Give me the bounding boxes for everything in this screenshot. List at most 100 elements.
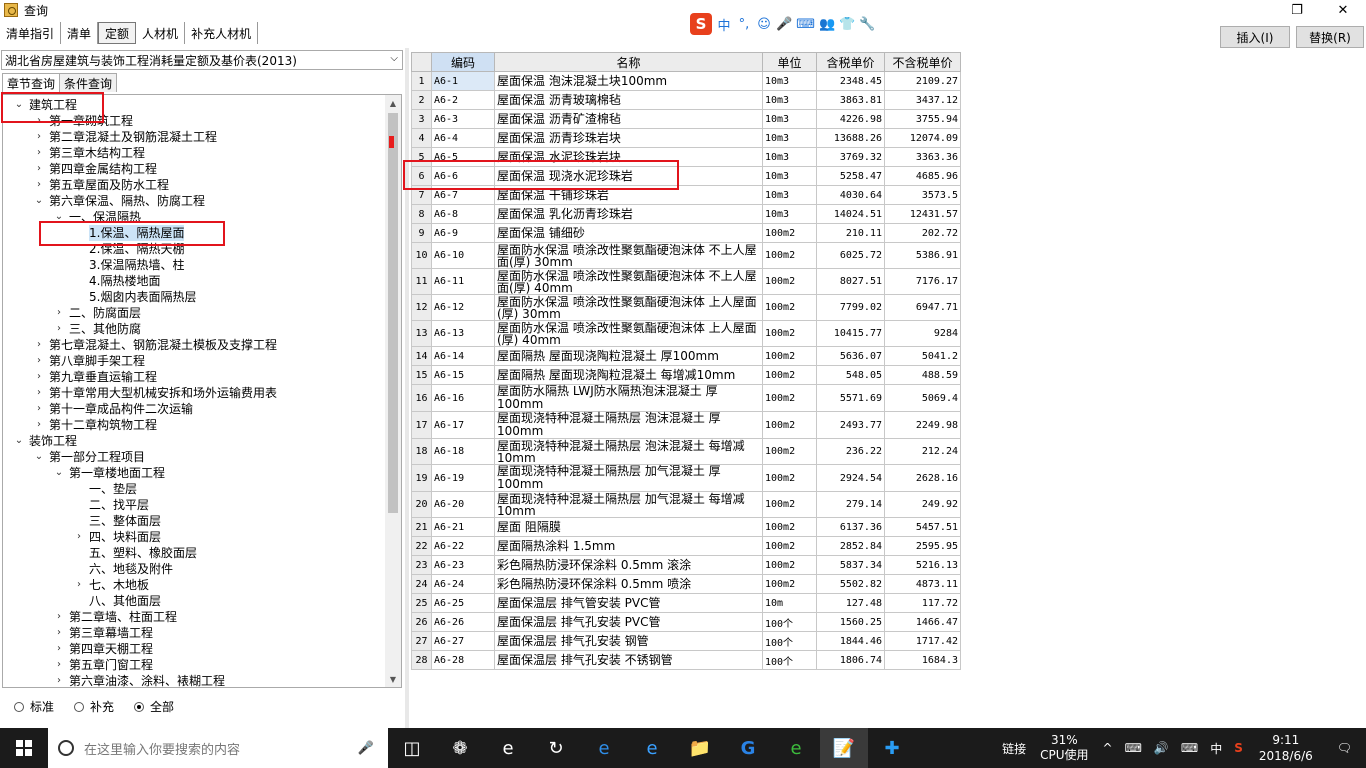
notepad-app-icon[interactable]: 📝 <box>820 728 868 768</box>
tree-node[interactable]: 2.保温、隔热天棚 <box>73 241 184 257</box>
grid-cell-name[interactable]: 屋面保温 水泥珍珠岩块 <box>494 147 763 167</box>
table-row[interactable]: 2 A6-2 屋面保温 沥青玻璃棉毡 10m3 3863.81 3437.12 <box>411 90 961 110</box>
grid-cell-unit[interactable]: 10m3 <box>762 71 817 91</box>
table-row[interactable]: 16 A6-16 屋面防水隔热 LWJ防水隔热泡沫混凝土 厚100mm 100m2 55… <box>411 384 961 412</box>
chevron-down-icon[interactable]: ⌄ <box>33 193 45 209</box>
grid-row-number[interactable]: 25 <box>411 593 432 613</box>
grid-cell-code[interactable]: A6-2 <box>431 90 495 110</box>
tree-node[interactable]: › 七、木地板 <box>73 577 149 593</box>
grid-cell-name[interactable]: 屋面防水保温 喷涂改性聚氨酯硬泡沫体 上人屋面(厚) 40mm <box>494 320 763 347</box>
grid-cell-name[interactable]: 屋面隔热涂料 1.5mm <box>494 536 763 556</box>
table-row[interactable]: 27 A6-27 屋面保温层 排气孔安装 钢管 100个 1844.46 1717.42 <box>411 631 961 651</box>
grid-cell-taxed-price[interactable]: 8027.51 <box>816 268 885 295</box>
grid-cell-unit[interactable]: 100m2 <box>762 346 817 366</box>
grid-cell-name[interactable]: 屋面现浇特种混凝土隔热层 加气混凝土 厚100mm <box>494 464 763 492</box>
radio-all[interactable]: 全部 <box>134 698 174 715</box>
grid-cell-taxed-price[interactable]: 127.48 <box>816 593 885 613</box>
grid-cell-unit[interactable]: 100m2 <box>762 517 817 537</box>
grid-cell-code[interactable]: A6-6 <box>431 166 495 186</box>
chevron-right-icon[interactable]: › <box>33 401 45 417</box>
grid-cell-code[interactable]: A6-26 <box>431 612 495 632</box>
grid-cell-code[interactable]: A6-5 <box>431 147 495 167</box>
grid-cell-taxed-price[interactable]: 1844.46 <box>816 631 885 651</box>
grid-row-number[interactable]: 26 <box>411 612 432 632</box>
table-row[interactable]: 5 A6-5 屋面保温 水泥珍珠岩块 10m3 3769.32 3363.36 <box>411 147 961 167</box>
volume-icon[interactable]: 🔊 <box>1148 741 1175 755</box>
tree-node[interactable]: › 第四章金属结构工程 <box>33 161 157 177</box>
table-row[interactable]: 24 A6-24 彩色隔热防浸环保涂料 0.5mm 喷涂 100m2 5502.82 48… <box>411 574 961 594</box>
grid-cell-code[interactable]: A6-8 <box>431 204 495 224</box>
chevron-right-icon[interactable]: › <box>73 529 85 545</box>
grid-cell-taxed-price[interactable]: 2924.54 <box>816 464 885 492</box>
grid-row-number[interactable]: 1 <box>411 71 432 91</box>
table-row[interactable]: 3 A6-3 屋面保温 沥青矿渣棉毡 10m3 4226.98 3755.94 <box>411 109 961 129</box>
grid-cell-code[interactable]: A6-27 <box>431 631 495 651</box>
scroll-thumb[interactable] <box>388 113 398 513</box>
grid-cell-unit[interactable]: 100m2 <box>762 242 817 269</box>
grid-cell-unit[interactable]: 10m3 <box>762 90 817 110</box>
grid-row-number[interactable]: 28 <box>411 650 432 670</box>
grid-cell-taxed-price[interactable]: 5837.34 <box>816 555 885 575</box>
grid-cell-code[interactable]: A6-23 <box>431 555 495 575</box>
grid-cell-untaxed-price[interactable]: 5216.13 <box>884 555 961 575</box>
table-row[interactable]: 18 A6-18 屋面现浇特种混凝土隔热层 泡沫混凝土 每增减10mm 100m2 23… <box>411 438 961 465</box>
table-row[interactable]: 9 A6-9 屋面保温 铺细砂 100m2 210.11 202.72 <box>411 223 961 243</box>
grid-cell-untaxed-price[interactable]: 3755.94 <box>884 109 961 129</box>
grid-cell-code[interactable]: A6-25 <box>431 593 495 613</box>
grid-cell-untaxed-price[interactable]: 6947.71 <box>884 294 961 321</box>
tree-node[interactable]: › 第五章屋面及防水工程 <box>33 177 169 193</box>
grid-cell-unit[interactable]: 100m2 <box>762 294 817 321</box>
tab-supplementary-lmm[interactable]: 补充人材机 <box>185 22 259 44</box>
tree-node[interactable]: › 第三章幕墙工程 <box>53 625 153 641</box>
table-row[interactable]: 26 A6-26 屋面保温层 排气孔安装 PVC管 100个 1560.25 1466.4… <box>411 612 961 632</box>
grid-cell-unit[interactable]: 100m2 <box>762 223 817 243</box>
table-row[interactable]: 22 A6-22 屋面隔热涂料 1.5mm 100m2 2852.84 2595.95 <box>411 536 961 556</box>
table-row[interactable]: 17 A6-17 屋面现浇特种混凝土隔热层 泡沫混凝土 厚100mm 100m2 249… <box>411 411 961 439</box>
grid-cell-code[interactable]: A6-12 <box>431 294 495 321</box>
restore-button[interactable]: ❐ <box>1274 0 1320 20</box>
grid-cell-unit[interactable]: 100个 <box>762 612 817 632</box>
grid-cell-taxed-price[interactable]: 3769.32 <box>816 147 885 167</box>
grid-cell-name[interactable]: 屋面现浇特种混凝土隔热层 泡沫混凝土 厚100mm <box>494 411 763 439</box>
tab-quota[interactable]: 定额 <box>98 22 137 44</box>
tree-node[interactable]: › 第二章混凝土及钢筋混凝土工程 <box>33 129 217 145</box>
grid-cell-name[interactable]: 屋面保温层 排气管安装 PVC管 <box>494 593 763 613</box>
tree-node[interactable]: › 第四章天棚工程 <box>53 641 153 657</box>
grid-cell-untaxed-price[interactable]: 12074.09 <box>884 128 961 148</box>
grid-cell-taxed-price[interactable]: 548.05 <box>816 365 885 385</box>
tree-node[interactable]: › 第三章木结构工程 <box>33 145 145 161</box>
grid-cell-code[interactable]: A6-3 <box>431 109 495 129</box>
grid-cell-name[interactable]: 屋面现浇特种混凝土隔热层 泡沫混凝土 每增减10mm <box>494 438 763 465</box>
grid-cell-untaxed-price[interactable]: 4685.96 <box>884 166 961 186</box>
grid-cell-code[interactable]: A6-13 <box>431 320 495 347</box>
grid-cell-name[interactable]: 彩色隔热防浸环保涂料 0.5mm 滚涂 <box>494 555 763 575</box>
grid-header-code[interactable]: 编码 <box>431 52 495 72</box>
tree-node[interactable]: 八、其他面层 <box>73 593 161 609</box>
table-row[interactable]: 4 A6-4 屋面保温 沥青珍珠岩块 10m3 13688.26 12074.09 <box>411 128 961 148</box>
radio-standard[interactable]: 标准 <box>14 698 54 715</box>
tree-node[interactable]: › 第七章混凝土、钢筋混凝土模板及支撑工程 <box>33 337 277 353</box>
grid-cell-taxed-price[interactable]: 2493.77 <box>816 411 885 439</box>
radio-supplementary-dot[interactable] <box>74 701 85 712</box>
chevron-right-icon[interactable]: › <box>33 161 45 177</box>
chevron-right-icon[interactable]: › <box>33 145 45 161</box>
grid-cell-untaxed-price[interactable]: 212.24 <box>884 438 961 465</box>
grid-cell-name[interactable]: 屋面保温 沥青珍珠岩块 <box>494 128 763 148</box>
grid-row-number[interactable]: 24 <box>411 574 432 594</box>
tree-node[interactable]: › 第二章墙、柱面工程 <box>53 609 177 625</box>
grid-cell-code[interactable]: A6-15 <box>431 365 495 385</box>
chevron-down-icon[interactable]: ⌄ <box>53 465 65 481</box>
grid-cell-unit[interactable]: 100m2 <box>762 411 817 439</box>
grid-row-number[interactable]: 15 <box>411 365 432 385</box>
radio-supplementary[interactable]: 补充 <box>74 698 114 715</box>
grid-cell-code[interactable]: A6-20 <box>431 491 495 518</box>
input-language-indicator[interactable]: 中 <box>1204 740 1228 757</box>
quota-book-select[interactable]: 湖北省房屋建筑与装饰工程消耗量定额及基价表(2013) ⌵ <box>1 50 403 70</box>
tree-node[interactable]: › 四、块料面层 <box>73 529 161 545</box>
grid-row-number[interactable]: 2 <box>411 90 432 110</box>
table-row[interactable]: 14 A6-14 屋面隔热 屋面现浇陶粒混凝土 厚100mm 100m2 5636.07… <box>411 346 961 366</box>
grid-cell-unit[interactable]: 10m3 <box>762 147 817 167</box>
grid-row-number[interactable]: 19 <box>411 464 432 492</box>
tree-node[interactable]: › 二、防腐面层 <box>53 305 141 321</box>
insert-button[interactable]: 插入(I) <box>1220 26 1290 48</box>
